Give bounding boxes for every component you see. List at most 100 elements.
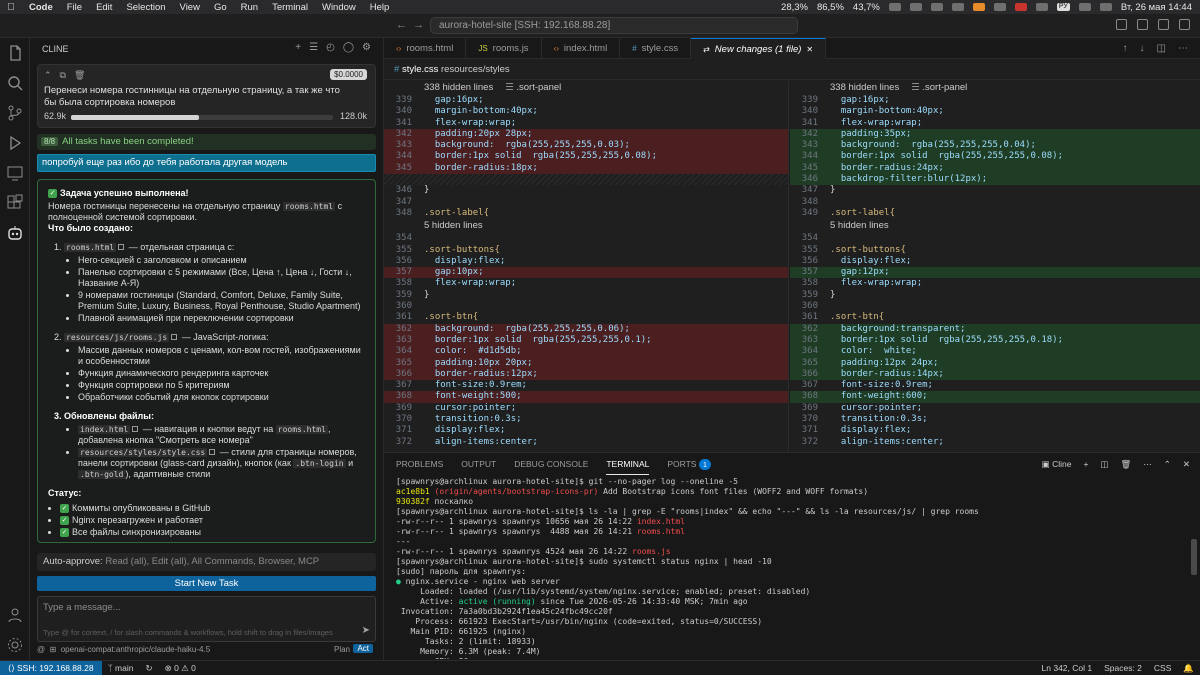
bluetooth-icon[interactable] bbox=[993, 3, 1006, 11]
menu-app-name[interactable]: Code bbox=[22, 2, 60, 13]
diff-line-added[interactable]: 368 font-weight:600; bbox=[790, 391, 1200, 403]
battery-level[interactable]: 43,7% bbox=[853, 2, 880, 13]
notifications-icon[interactable]: 🔔 bbox=[1177, 661, 1200, 675]
account-icon[interactable]: ◯ bbox=[343, 42, 354, 53]
hidden-lines-toggle[interactable]: 5 hidden lines bbox=[384, 219, 788, 233]
customize-layout-icon[interactable] bbox=[1179, 19, 1190, 30]
tab-style-css[interactable]: # style.css bbox=[620, 38, 692, 59]
diff-line[interactable]: 355 .sort-buttons{ bbox=[384, 245, 788, 256]
diff-line-removed[interactable]: 365 padding:10px 20px; bbox=[384, 357, 788, 369]
command-center-search[interactable]: aurora-hotel-site [SSH: 192.168.88.28] bbox=[430, 17, 798, 34]
index-file-link[interactable]: index.html bbox=[78, 425, 131, 434]
auto-approve-bar[interactable]: Auto-approve: Read (all), Edit (all), Al… bbox=[37, 553, 376, 571]
tab-ports[interactable]: PORTS 1 bbox=[667, 453, 712, 475]
diff-line-removed[interactable]: 366 border-radius:12px; bbox=[384, 368, 788, 381]
diff-line[interactable]: 340 margin-bottom:40px; bbox=[790, 106, 1200, 117]
diff-line[interactable]: 356 display:flex; bbox=[384, 256, 788, 267]
diff-line[interactable]: 370 transition:0.3s; bbox=[384, 414, 788, 425]
microphone-icon[interactable] bbox=[972, 3, 985, 11]
diff-line-removed[interactable]: 364 color: #d1d5db; bbox=[384, 346, 788, 358]
diff-line-removed[interactable]: 357 gap:10px; bbox=[384, 267, 788, 279]
plan-mode-toggle[interactable]: Plan bbox=[334, 645, 350, 654]
clock[interactable]: Вт, 26 мая 14:44 bbox=[1121, 2, 1192, 13]
menu-help[interactable]: Help bbox=[363, 2, 397, 13]
settings-icon[interactable]: ⚙ bbox=[362, 42, 371, 53]
diff-line[interactable]: 359} bbox=[384, 290, 788, 301]
cursor-position[interactable]: Ln 342, Col 1 bbox=[1036, 661, 1099, 675]
prev-change-icon[interactable]: ↑ bbox=[1123, 43, 1128, 54]
tab-new-changes[interactable]: ⇄ New changes (1 file) ✕ bbox=[691, 38, 827, 59]
menu-edit[interactable]: Edit bbox=[89, 2, 119, 13]
diff-line-removed[interactable]: 363 border:1px solid rgba(255,255,255,0.… bbox=[384, 334, 788, 347]
menu-view[interactable]: View bbox=[173, 2, 207, 13]
diff-line[interactable]: 360 bbox=[790, 301, 1200, 312]
diff-line[interactable]: 339 gap:16px; bbox=[790, 95, 1200, 106]
diff-line-added[interactable]: 345 border-radius:24px; bbox=[790, 162, 1200, 175]
remote-indicator[interactable]: ⟨⟩ SSH: 192.168.88.28 bbox=[0, 661, 102, 675]
terminal-selector[interactable]: ▣ Cline bbox=[1042, 453, 1072, 475]
breadcrumb-file[interactable]: style.css bbox=[402, 64, 438, 75]
problems-indicator[interactable]: ⊗ 0 ⚠ 0 bbox=[159, 661, 202, 675]
extensions-icon[interactable] bbox=[6, 194, 24, 212]
control-center-icon[interactable] bbox=[1078, 3, 1091, 11]
apple-icon[interactable]:  bbox=[0, 2, 22, 13]
diff-line[interactable]: 347 bbox=[384, 197, 788, 208]
diff-line[interactable]: 356 display:flex; bbox=[790, 256, 1200, 267]
diff-line[interactable]: 367 font-size:0.9rem; bbox=[790, 380, 1200, 391]
diff-line[interactable]: 370 transition:0.3s; bbox=[790, 414, 1200, 425]
hidden-lines-toggle[interactable]: 338 hidden lines ☰ .sort-panel bbox=[384, 81, 788, 95]
diff-line-removed[interactable]: 344 border:1px solid rgba(255,255,255,0.… bbox=[384, 151, 788, 163]
menu-run[interactable]: Run bbox=[234, 2, 265, 13]
wifi-icon[interactable] bbox=[930, 3, 943, 11]
diff-line[interactable]: 371 display:flex; bbox=[384, 425, 788, 436]
hidden-lines-toggle[interactable]: 5 hidden lines bbox=[790, 219, 1200, 233]
diff-line-added[interactable]: 363 border:1px solid rgba(255,255,255,0.… bbox=[790, 334, 1200, 347]
delete-icon[interactable]: 🗑 bbox=[74, 70, 85, 81]
search-icon[interactable] bbox=[6, 74, 24, 92]
chat-input[interactable]: Type a message... Type @ for context, / … bbox=[37, 596, 376, 642]
tab-output[interactable]: OUTPUT bbox=[461, 453, 496, 475]
diff-modified-pane[interactable]: 338 hidden lines ☰ .sort-panel 339 gap:16… bbox=[790, 81, 1200, 452]
diff-line[interactable]: 358 flex-wrap:wrap; bbox=[384, 278, 788, 289]
diff-line[interactable]: 354 bbox=[790, 233, 1200, 244]
diff-line[interactable]: 367 font-size:0.9rem; bbox=[384, 380, 788, 391]
diff-line[interactable]: 340 margin-bottom:40px; bbox=[384, 106, 788, 117]
toggle-sidebar-icon[interactable] bbox=[1116, 19, 1127, 30]
cline-robot-icon[interactable] bbox=[6, 224, 24, 242]
search-icon[interactable] bbox=[1099, 3, 1112, 11]
diff-line[interactable]: 372 align-items:center; bbox=[790, 437, 1200, 448]
breadcrumb-path[interactable]: resources/styles bbox=[441, 64, 510, 75]
network-icon[interactable] bbox=[888, 3, 901, 11]
terminal-output[interactable]: [spawnrys@archlinux aurora-hotel-site]$ … bbox=[396, 477, 1186, 659]
copy-icon[interactable]: ⧉ bbox=[60, 70, 66, 81]
start-new-task-button[interactable]: Start New Task bbox=[37, 576, 376, 591]
send-icon[interactable]: ➤ bbox=[362, 625, 370, 636]
diff-line[interactable]: 361 .sort-btn{ bbox=[384, 312, 788, 323]
new-task-icon[interactable]: + bbox=[295, 42, 301, 53]
diff-line[interactable]: 360 bbox=[384, 301, 788, 312]
more-actions-icon[interactable]: ⋯ bbox=[1143, 453, 1152, 475]
diff-original-pane[interactable]: 338 hidden lines ☰ .sort-panel 339 gap:16… bbox=[384, 81, 789, 452]
diff-line[interactable]: 358 flex-wrap:wrap; bbox=[790, 278, 1200, 289]
menu-selection[interactable]: Selection bbox=[119, 2, 172, 13]
explorer-icon[interactable] bbox=[6, 44, 24, 62]
external-link-icon[interactable] bbox=[132, 426, 139, 432]
run-debug-icon[interactable] bbox=[6, 134, 24, 152]
tab-debug-console[interactable]: DEBUG CONSOLE bbox=[514, 453, 588, 475]
tab-terminal[interactable]: TERMINAL bbox=[606, 453, 650, 475]
maximize-panel-icon[interactable]: ⌃ bbox=[1164, 453, 1171, 475]
diff-line-added[interactable]: 364 color: white; bbox=[790, 346, 1200, 358]
diff-line[interactable]: 349 .sort-label{ bbox=[790, 208, 1200, 219]
diff-line[interactable]: 369 cursor:pointer; bbox=[790, 403, 1200, 414]
terminal-scrollbar[interactable] bbox=[1191, 539, 1197, 575]
close-panel-icon[interactable]: ✕ bbox=[1183, 453, 1190, 475]
account-icon[interactable] bbox=[6, 606, 24, 624]
diff-line[interactable]: 354 bbox=[384, 233, 788, 244]
tab-problems[interactable]: PROBLEMS bbox=[396, 453, 443, 475]
menu-terminal[interactable]: Terminal bbox=[265, 2, 315, 13]
memory-usage[interactable]: 86,5% bbox=[817, 2, 844, 13]
toggle-secondary-sidebar-icon[interactable] bbox=[1158, 19, 1169, 30]
diff-line-added[interactable]: 357 gap:12px; bbox=[790, 267, 1200, 279]
tab-index-html[interactable]: ‹› index.html bbox=[542, 38, 621, 59]
diff-line-removed[interactable]: 362 background: rgba(255,255,255,0.06); bbox=[384, 323, 788, 335]
